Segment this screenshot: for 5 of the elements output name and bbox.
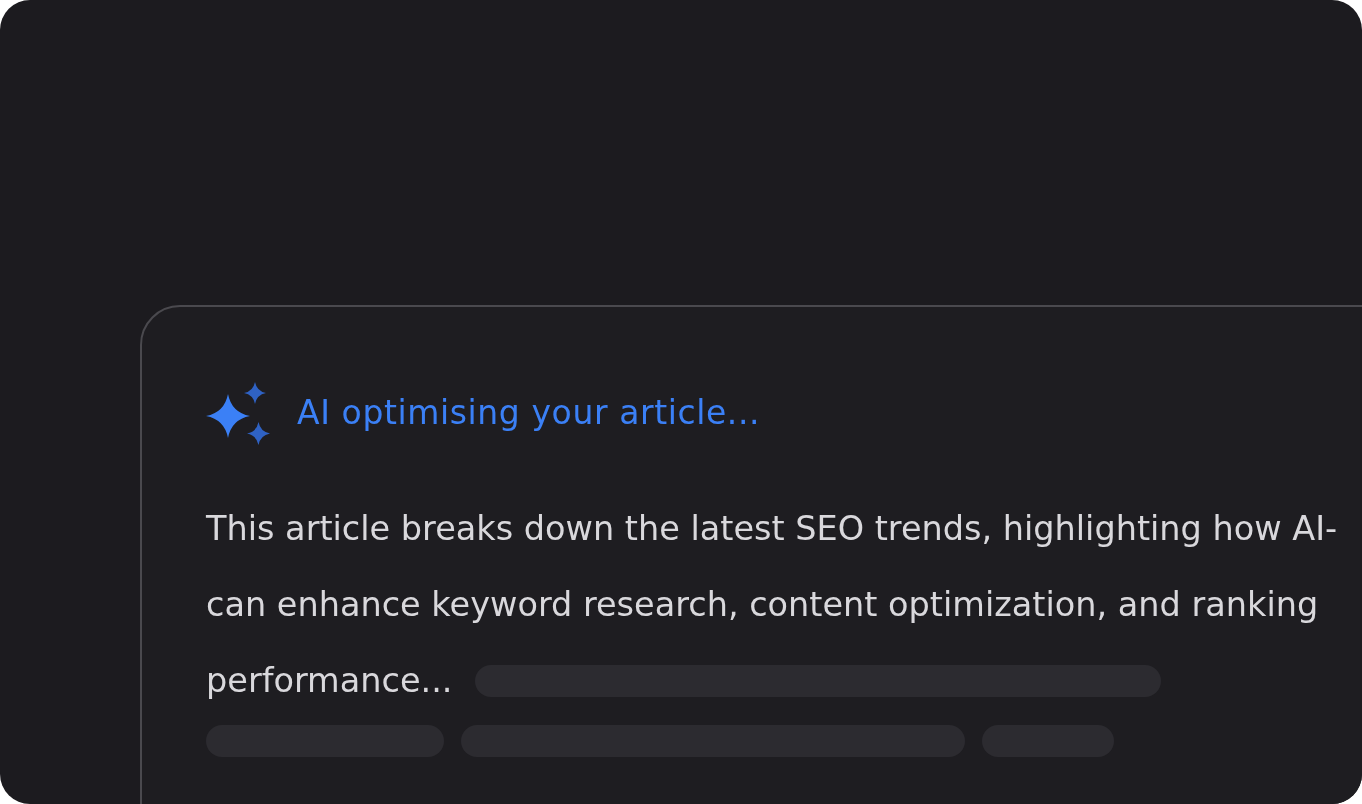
summary-text: performance... [206, 660, 453, 702]
summary-text: This article breaks down the latest SEO trends, highlighting how AI- [206, 508, 1338, 550]
summary-text: can enhance keyword research, content optimization, and ranking [206, 584, 1319, 626]
sparkle-icon [206, 381, 270, 445]
status-text: AI optimising your article... [297, 392, 761, 434]
